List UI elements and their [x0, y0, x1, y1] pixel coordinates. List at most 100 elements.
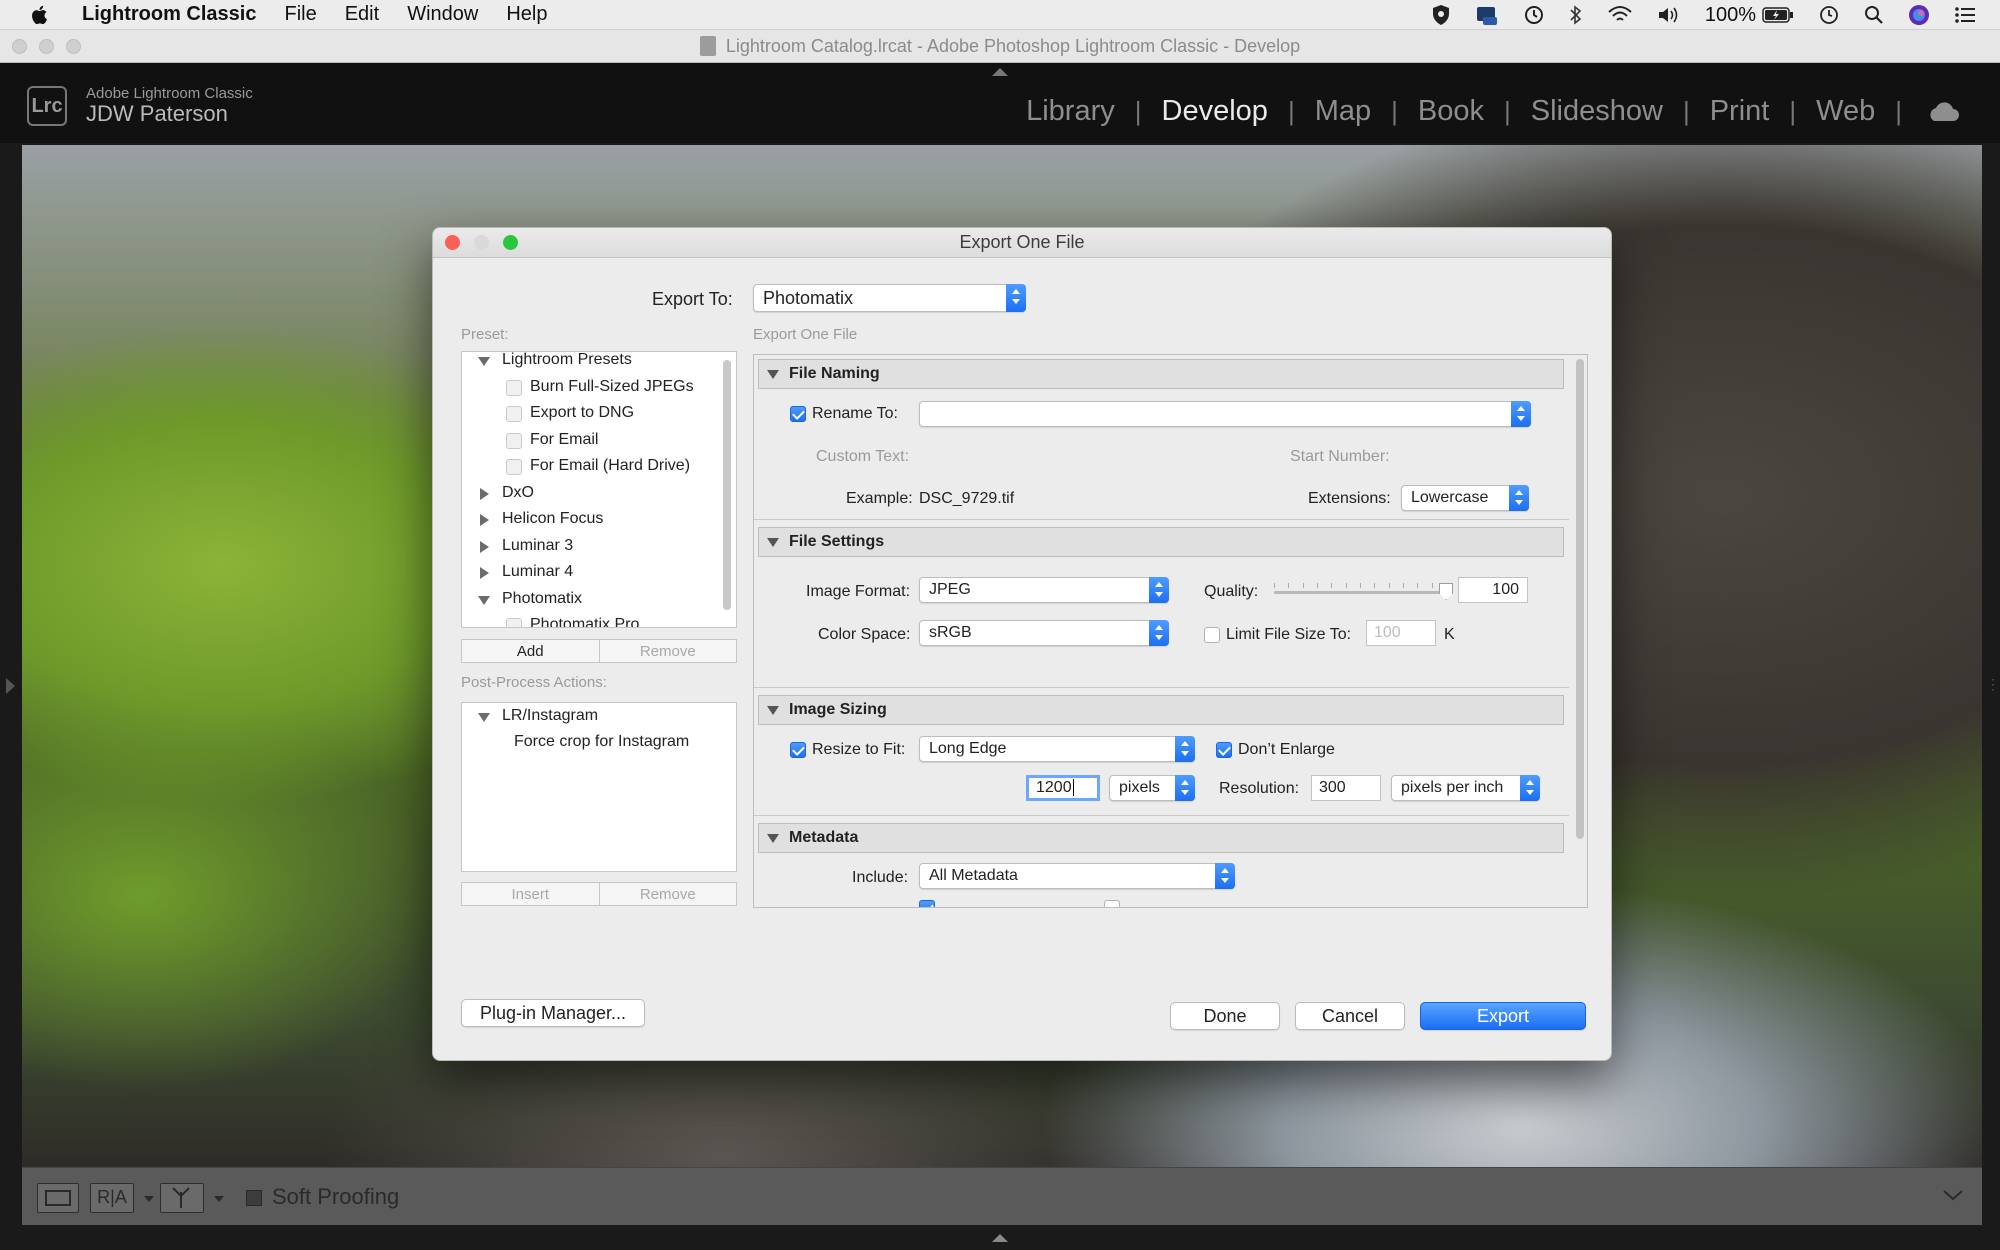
module-develop[interactable]: Develop [1162, 95, 1268, 128]
settings-scrollbar[interactable] [1576, 359, 1584, 839]
window-minimize-button[interactable] [39, 39, 54, 54]
disclosure-open-icon[interactable] [478, 595, 490, 605]
siri-icon[interactable] [1908, 4, 1930, 26]
section-image-sizing-header[interactable]: Image Sizing [758, 695, 1564, 725]
left-panel-toggle-icon[interactable] [6, 678, 15, 694]
post-process-action[interactable]: Force crop for Instagram [514, 733, 689, 751]
module-library[interactable]: Library [1026, 95, 1115, 128]
toolbar-content-menu-icon[interactable] [1942, 1188, 1964, 1202]
metadata-option-checkbox[interactable] [919, 900, 935, 907]
preset-checkbox[interactable] [506, 379, 522, 396]
preset-folder[interactable]: Lightroom Presets [462, 352, 712, 375]
cancel-button[interactable]: Cancel [1295, 1002, 1405, 1030]
window-zoom-button[interactable] [66, 39, 81, 54]
preset-folder[interactable]: Luminar 4 [462, 560, 712, 587]
preset-remove-button[interactable]: Remove [600, 640, 737, 662]
size-unit-popup[interactable]: pixels [1109, 775, 1195, 801]
quality-slider-thumb[interactable] [1439, 583, 1453, 600]
metadata-option-checkbox[interactable] [1104, 900, 1120, 907]
section-collapse-icon[interactable] [767, 538, 779, 547]
rename-template-popup[interactable] [919, 401, 1531, 427]
cloud-sync-icon[interactable] [1926, 101, 1960, 123]
limit-file-size-checkbox[interactable] [1204, 627, 1220, 643]
disclosure-open-icon[interactable] [478, 357, 490, 366]
module-web[interactable]: Web [1816, 95, 1875, 128]
dialog-minimize-button[interactable] [474, 235, 489, 250]
swap-menu-icon[interactable] [214, 1196, 224, 1202]
preset-checkbox[interactable] [506, 459, 522, 475]
disclosure-closed-icon[interactable] [480, 514, 489, 526]
before-after-swap-button[interactable] [160, 1183, 204, 1213]
export-to-popup[interactable]: Photomatix [753, 284, 1026, 312]
before-after-button[interactable]: R|A [90, 1183, 134, 1213]
top-panel-toggle-icon[interactable] [992, 68, 1008, 76]
preset-folder[interactable]: Luminar 3 [462, 534, 712, 561]
disclosure-closed-icon[interactable] [480, 540, 489, 553]
bottom-panel-toggle-icon[interactable] [992, 1234, 1008, 1242]
long-edge-size-field[interactable]: 1200 [1026, 775, 1100, 801]
loupe-view-button[interactable] [37, 1183, 79, 1213]
volume-icon[interactable] [1657, 5, 1681, 25]
disclosure-closed-icon[interactable] [480, 567, 489, 579]
preset-checkbox[interactable] [506, 406, 522, 422]
export-button[interactable]: Export [1420, 1002, 1586, 1030]
dont-enlarge-checkbox[interactable] [1216, 742, 1232, 758]
resolution-field[interactable]: 300 [1311, 775, 1381, 801]
window-close-button[interactable] [12, 39, 27, 54]
module-map[interactable]: Map [1315, 95, 1371, 128]
notification-center-icon[interactable] [1954, 6, 1976, 24]
done-button[interactable]: Done [1170, 1002, 1280, 1030]
preset-item[interactable]: Photomatix Pro [462, 613, 712, 627]
plugin-manager-button[interactable]: Plug-in Manager... [461, 999, 645, 1027]
preset-checkbox[interactable] [506, 618, 522, 627]
wifi-icon[interactable] [1607, 5, 1633, 25]
section-metadata-header[interactable]: Metadata [758, 823, 1564, 853]
menu-edit[interactable]: Edit [345, 3, 379, 26]
dialog-close-button[interactable] [445, 235, 460, 250]
rename-checkbox[interactable] [790, 406, 806, 422]
color-space-popup[interactable]: sRGB [919, 620, 1169, 646]
menu-app-name[interactable]: Lightroom Classic [82, 3, 256, 26]
resolution-unit-popup[interactable]: pixels per inch [1391, 775, 1540, 801]
soft-proofing-checkbox[interactable] [246, 1190, 262, 1206]
post-process-insert-button[interactable]: Insert [462, 883, 600, 905]
preset-folder[interactable]: DxO [462, 481, 712, 508]
module-book[interactable]: Book [1418, 95, 1484, 128]
preset-item[interactable]: For Email [462, 428, 712, 455]
module-slideshow[interactable]: Slideshow [1531, 95, 1663, 128]
resize-mode-popup[interactable]: Long Edge [919, 736, 1195, 762]
preset-folder[interactable]: Photomatix [462, 587, 712, 614]
battery-icon[interactable] [1762, 6, 1794, 24]
menu-window[interactable]: Window [407, 3, 478, 26]
bluetooth-icon[interactable] [1569, 4, 1583, 26]
preset-list-scrollbar[interactable] [723, 360, 731, 610]
menu-file[interactable]: File [284, 3, 316, 26]
preset-checkbox[interactable] [506, 432, 522, 449]
extensions-popup[interactable]: Lowercase [1401, 485, 1529, 511]
apple-menu-icon[interactable] [28, 3, 52, 27]
right-panel-toggle-icon[interactable]: ⋮ [1986, 676, 2000, 694]
menu-help[interactable]: Help [506, 3, 547, 26]
spotlight-search-icon[interactable] [1864, 5, 1884, 25]
dialog-zoom-button[interactable] [503, 235, 518, 250]
shield-icon[interactable] [1431, 4, 1451, 26]
post-process-remove-button[interactable]: Remove [600, 883, 737, 905]
section-collapse-icon[interactable] [767, 706, 779, 715]
preset-folder[interactable]: Helicon Focus [462, 507, 712, 534]
preset-item[interactable]: Burn Full-Sized JPEGs [462, 375, 712, 402]
image-format-popup[interactable]: JPEG [919, 577, 1169, 603]
quality-slider-track[interactable] [1274, 591, 1446, 594]
module-print[interactable]: Print [1710, 95, 1770, 128]
metadata-include-popup[interactable]: All Metadata [919, 863, 1235, 889]
section-file-naming-header[interactable]: File Naming [758, 359, 1564, 389]
backup-drive-icon[interactable] [1475, 4, 1499, 26]
disclosure-open-icon[interactable] [478, 713, 490, 722]
disclosure-closed-icon[interactable] [480, 487, 489, 500]
quality-field[interactable]: 100 [1458, 577, 1528, 603]
preset-item[interactable]: Export to DNG [462, 401, 712, 428]
preset-add-button[interactable]: Add [462, 640, 600, 662]
resize-to-fit-checkbox[interactable] [790, 742, 806, 758]
clock-icon[interactable] [1818, 4, 1840, 26]
preset-item[interactable]: For Email (Hard Drive) [462, 454, 712, 481]
time-machine-icon[interactable] [1523, 4, 1545, 26]
